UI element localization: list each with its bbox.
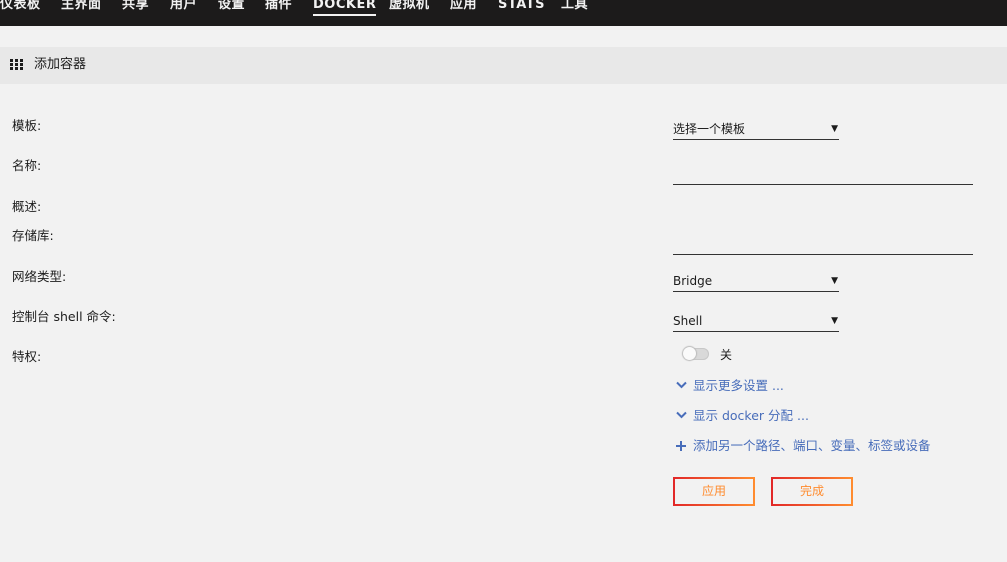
network-type-select[interactable]: Bridge ▼ [673,271,839,292]
chevron-down-icon [676,381,687,389]
caret-down-icon: ▼ [831,124,838,134]
nav-item-settings[interactable]: 设置 [218,0,245,19]
console-shell-select[interactable]: Shell ▼ [673,311,839,332]
name-input[interactable] [673,164,973,185]
template-label: 模板: [12,118,42,133]
console-shell-value: Shell [673,314,703,328]
privileged-toggle[interactable] [683,347,709,360]
add-another-item-text: 添加另一个路径、端口、变量、标签或设备 [693,438,931,453]
page-title: 添加容器 [34,57,87,72]
repository-label: 存储库: [12,228,54,243]
done-button[interactable]: 完成 [771,477,853,506]
nav-item-users[interactable]: 用户 [170,0,197,19]
privileged-state-label: 关 [720,348,733,362]
section-header: 添加容器 [0,47,1007,84]
toggle-knob [683,347,696,360]
plus-icon [676,441,686,451]
apply-button[interactable]: 应用 [673,477,755,506]
nav-item-stats[interactable]: STATS [498,0,545,19]
nav-item-main[interactable]: 主界面 [61,0,102,19]
top-nav: 仪表板 主界面 共享 用户 设置 插件 DOCKER 虚拟机 应用 STATS … [0,0,1007,26]
template-select[interactable]: 选择一个模板 ▼ [673,119,839,140]
template-select-value: 选择一个模板 [673,122,746,136]
nav-item-dashboard[interactable]: 仪表板 [0,0,41,19]
nav-item-apps[interactable]: 应用 [450,0,477,19]
chevron-down-icon [676,411,687,419]
nav-item-tools[interactable]: 工具 [561,0,588,19]
overview-label: 概述: [12,199,42,214]
name-label: 名称: [12,158,42,173]
show-docker-allocations-text: 显示 docker 分配 ... [693,408,809,423]
nav-item-shares[interactable]: 共享 [122,0,149,19]
console-shell-label: 控制台 shell 命令: [12,309,116,324]
nav-item-docker[interactable]: DOCKER [313,0,377,19]
show-more-settings-text: 显示更多设置 ... [693,378,784,393]
grid-icon [10,59,23,70]
nav-item-vms[interactable]: 虚拟机 [389,0,430,19]
repository-input[interactable] [673,234,973,255]
nav-item-plugins[interactable]: 插件 [265,0,292,19]
network-type-value: Bridge [673,274,713,288]
network-type-label: 网络类型: [12,269,67,284]
caret-down-icon: ▼ [831,316,838,326]
privileged-label: 特权: [12,349,42,364]
caret-down-icon: ▼ [831,276,838,286]
